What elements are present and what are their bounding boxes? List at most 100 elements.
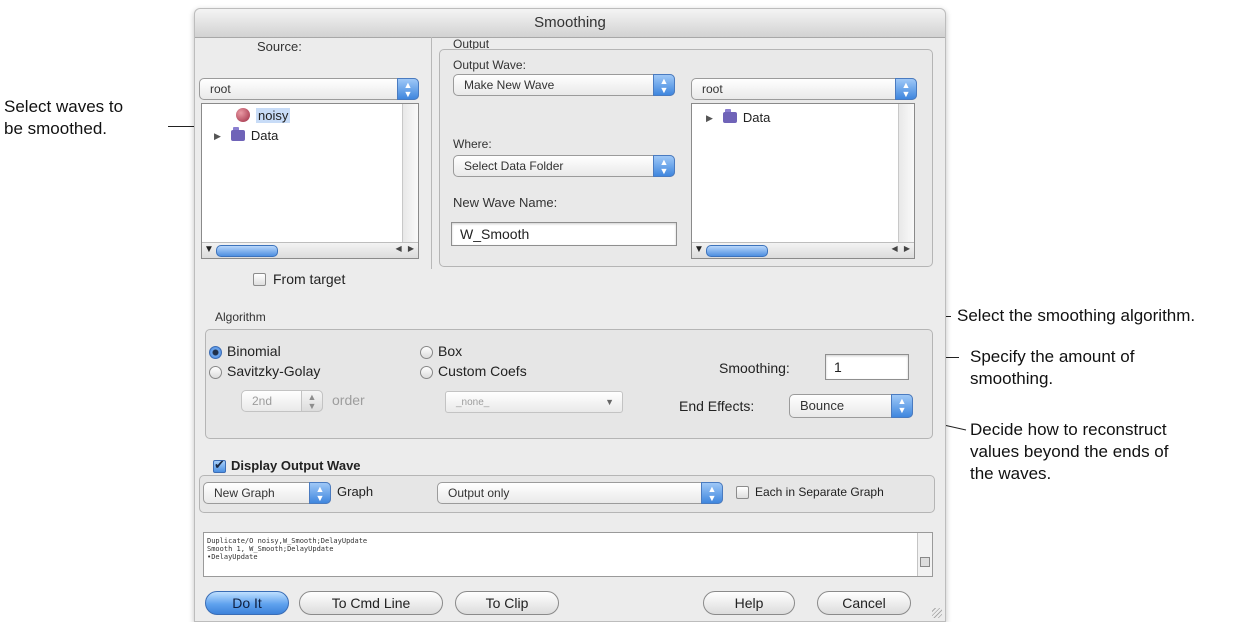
output-horizontal-scrollbar[interactable]: ▼ ◀ ▶ [692, 242, 914, 258]
order-value: 2nd [252, 394, 273, 408]
popup-arrows-icon: ▲ ▼ [397, 78, 419, 100]
custom-coefs-value: _none_ [456, 397, 490, 408]
where-popup[interactable]: Select Data Folder ▲ ▼ [453, 155, 675, 177]
folder-icon [722, 109, 737, 123]
order-popup[interactable]: 2nd ▲ ▼ [241, 390, 323, 412]
disclosure-triangle-icon[interactable]: ▶ [214, 131, 221, 142]
source-item-data-label: Data [250, 128, 279, 143]
new-wave-name-field[interactable]: W_Smooth [451, 222, 677, 246]
algorithm-group-label: Algorithm [215, 310, 266, 324]
end-effects-value: Bounce [800, 398, 845, 413]
callout-select-waves-line1: Select waves to [4, 97, 124, 116]
callout-select-waves-line2: be smoothed. [4, 119, 108, 138]
display-output-label: Display Output Wave [231, 458, 361, 473]
end-effects-popup[interactable]: Bounce ▲ ▼ [789, 394, 913, 418]
display-output-checkbox[interactable] [213, 457, 226, 473]
scroll-arrows-icon[interactable]: ◀ ▶ [891, 244, 912, 253]
output-wave-value: Make New Wave [464, 78, 555, 92]
binomial-label: Binomial [227, 343, 281, 359]
algorithm-group-box [205, 329, 933, 439]
popup-arrows-icon: ▲ ▼ [701, 482, 723, 504]
from-target-label: From target [273, 271, 346, 287]
order-label: order [332, 392, 365, 408]
to-clip-button[interactable]: To Clip [455, 591, 559, 615]
callout-amount: Specify the amount of smoothing. [970, 346, 1134, 390]
output-wave-label: Output Wave: [453, 58, 526, 72]
menu-triangle-icon[interactable]: ▼ [694, 244, 704, 255]
graph-popup[interactable]: New Graph ▲ ▼ [203, 482, 331, 504]
popup-arrows-icon: ▲ ▼ [653, 74, 675, 96]
scroll-thumb[interactable] [216, 245, 278, 257]
where-label: Where: [453, 137, 492, 151]
source-list[interactable]: noisy ▶ Data ▼ ◀ ▶ [201, 103, 419, 259]
new-wave-name-label: New Wave Name: [453, 195, 558, 210]
cancel-button[interactable]: Cancel [817, 591, 911, 615]
do-it-button[interactable]: Do It [205, 591, 289, 615]
box-radio[interactable] [420, 346, 433, 359]
output-folder-popup[interactable]: root ▲ ▼ [691, 78, 917, 100]
title-bar[interactable]: Smoothing [195, 9, 945, 38]
graph-label: Graph [337, 484, 374, 499]
end-effects-label: End Effects: [679, 398, 755, 414]
wave-icon [236, 108, 250, 122]
savitzky-golay-label: Savitzky-Golay [227, 363, 321, 379]
source-folder-value: root [210, 82, 231, 96]
callout-select-algorithm: Select the smoothing algorithm. [957, 306, 1196, 325]
source-item-data[interactable]: ▶ Data [214, 127, 279, 143]
smoothing-label: Smoothing: [719, 360, 790, 376]
source-folder-popup[interactable]: root ▲ ▼ [199, 78, 419, 100]
custom-coefs-label: Custom Coefs [438, 363, 527, 379]
command-scrollbar[interactable] [917, 533, 932, 576]
source-item-noisy-label: noisy [256, 108, 291, 123]
source-label: Source: [257, 39, 302, 54]
to-cmd-line-button[interactable]: To Cmd Line [299, 591, 443, 615]
callout-end-effects-line1: Decide how to reconstruct [970, 420, 1167, 439]
output-vertical-scrollbar[interactable] [898, 104, 914, 243]
callout-amount-line2: smoothing. [970, 369, 1054, 388]
output-item-data-label: Data [742, 110, 771, 125]
popup-arrows-icon: ▲ ▼ [309, 482, 331, 504]
callout-end-effects-line2: values beyond the ends of [970, 442, 1169, 461]
savitzky-golay-radio[interactable] [209, 366, 222, 379]
output-wave-popup[interactable]: Make New Wave ▲ ▼ [453, 74, 675, 96]
callout-amount-line1: Specify the amount of [970, 347, 1135, 366]
smoothing-field[interactable]: 1 [825, 354, 909, 380]
command-preview[interactable]: Duplicate/O noisy,W_Smooth;DelayUpdate S… [203, 532, 933, 577]
where-value: Select Data Folder [464, 159, 564, 173]
callout-end-effects-line3: the waves. [970, 464, 1052, 483]
smoothing-dialog: Smoothing Source: root ▲ ▼ noisy ▶ Data ▼ … [194, 8, 946, 622]
command-line-3: •DelayUpdate [207, 553, 258, 561]
disclosure-triangle-icon[interactable]: ▶ [706, 113, 713, 124]
dropdown-arrow-icon: ▼ [605, 397, 614, 407]
source-vertical-scrollbar[interactable] [402, 104, 418, 243]
custom-coefs-radio[interactable] [420, 366, 433, 379]
folder-icon [230, 127, 245, 141]
menu-triangle-icon[interactable]: ▼ [204, 244, 214, 255]
dialog-title: Smoothing [534, 14, 606, 31]
scroll-arrows-icon[interactable]: ◀ ▶ [395, 244, 416, 253]
custom-coefs-popup[interactable]: _none_ ▼ [445, 391, 623, 413]
command-line-2: Smooth 1, W_Smooth;DelayUpdate [207, 545, 334, 553]
source-output-divider [431, 37, 432, 269]
box-label: Box [438, 343, 463, 359]
popup-arrows-icon: ▲ ▼ [301, 390, 323, 412]
help-button[interactable]: Help [703, 591, 795, 615]
scroll-thumb[interactable] [706, 245, 768, 257]
popup-arrows-icon: ▲ ▼ [895, 78, 917, 100]
output-folder-list[interactable]: ▶ Data ▼ ◀ ▶ [691, 103, 915, 259]
output-selection-popup[interactable]: Output only ▲ ▼ [437, 482, 723, 504]
from-target-checkbox[interactable] [253, 273, 266, 286]
resize-grip-icon[interactable] [932, 608, 942, 618]
command-scroll-thumb[interactable] [920, 557, 930, 567]
new-wave-name-value: W_Smooth [460, 226, 530, 242]
popup-arrows-icon: ▲ ▼ [653, 155, 675, 177]
output-folder-value: root [702, 82, 723, 96]
separate-graph-label: Each in Separate Graph [755, 485, 884, 499]
source-item-noisy[interactable]: noisy [236, 108, 291, 123]
source-horizontal-scrollbar[interactable]: ▼ ◀ ▶ [202, 242, 418, 258]
separate-graph-checkbox[interactable] [736, 486, 749, 499]
output-item-data[interactable]: ▶ Data [706, 109, 771, 125]
callout-select-waves: Select waves to be smoothed. [4, 96, 123, 140]
binomial-radio[interactable] [209, 346, 222, 359]
output-selection-value: Output only [448, 486, 510, 500]
